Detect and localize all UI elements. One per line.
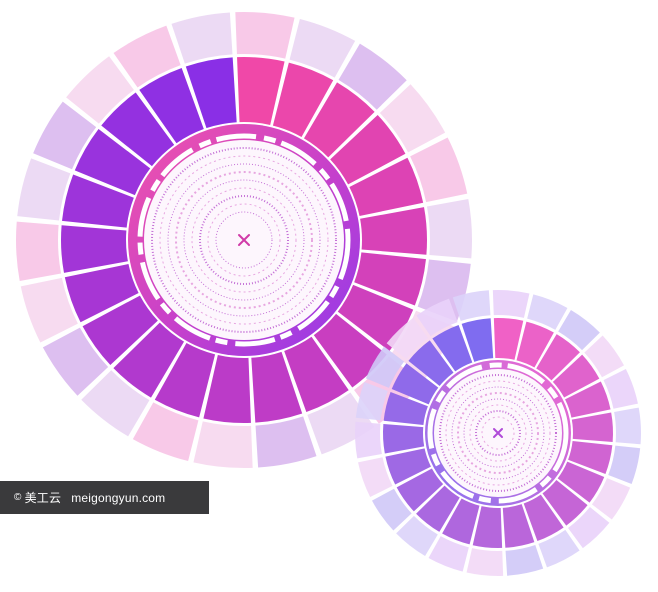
watermark-banner: © 美工云 meigongyun.com — [0, 481, 209, 514]
outer-ring-segment — [255, 416, 317, 468]
outer-ring-segment — [193, 421, 253, 468]
inner-ring-segment — [382, 423, 425, 454]
outer-ring-segment — [171, 12, 233, 64]
outer-ring-segment — [17, 158, 71, 221]
outer-ring-segment — [614, 407, 641, 445]
outer-ring-segment — [466, 548, 504, 576]
outer-ring-segment — [355, 421, 382, 459]
copyright-icon: © — [14, 492, 22, 503]
inner-ring-segment — [360, 207, 427, 255]
outer-ring-segment — [235, 12, 295, 59]
outer-ring-segment — [608, 445, 641, 484]
inner-ring-segment — [571, 412, 613, 443]
watermark-site: meigongyun.com — [71, 490, 166, 505]
inner-ring-segment — [61, 225, 128, 273]
outer-ring-segment — [426, 199, 472, 259]
outer-ring-segment — [505, 544, 544, 576]
outer-ring-segment — [15, 221, 62, 281]
small-radial-dial — [355, 290, 641, 576]
watermark-brand: 美工云 — [24, 491, 62, 505]
outer-ring-segment — [492, 290, 530, 318]
